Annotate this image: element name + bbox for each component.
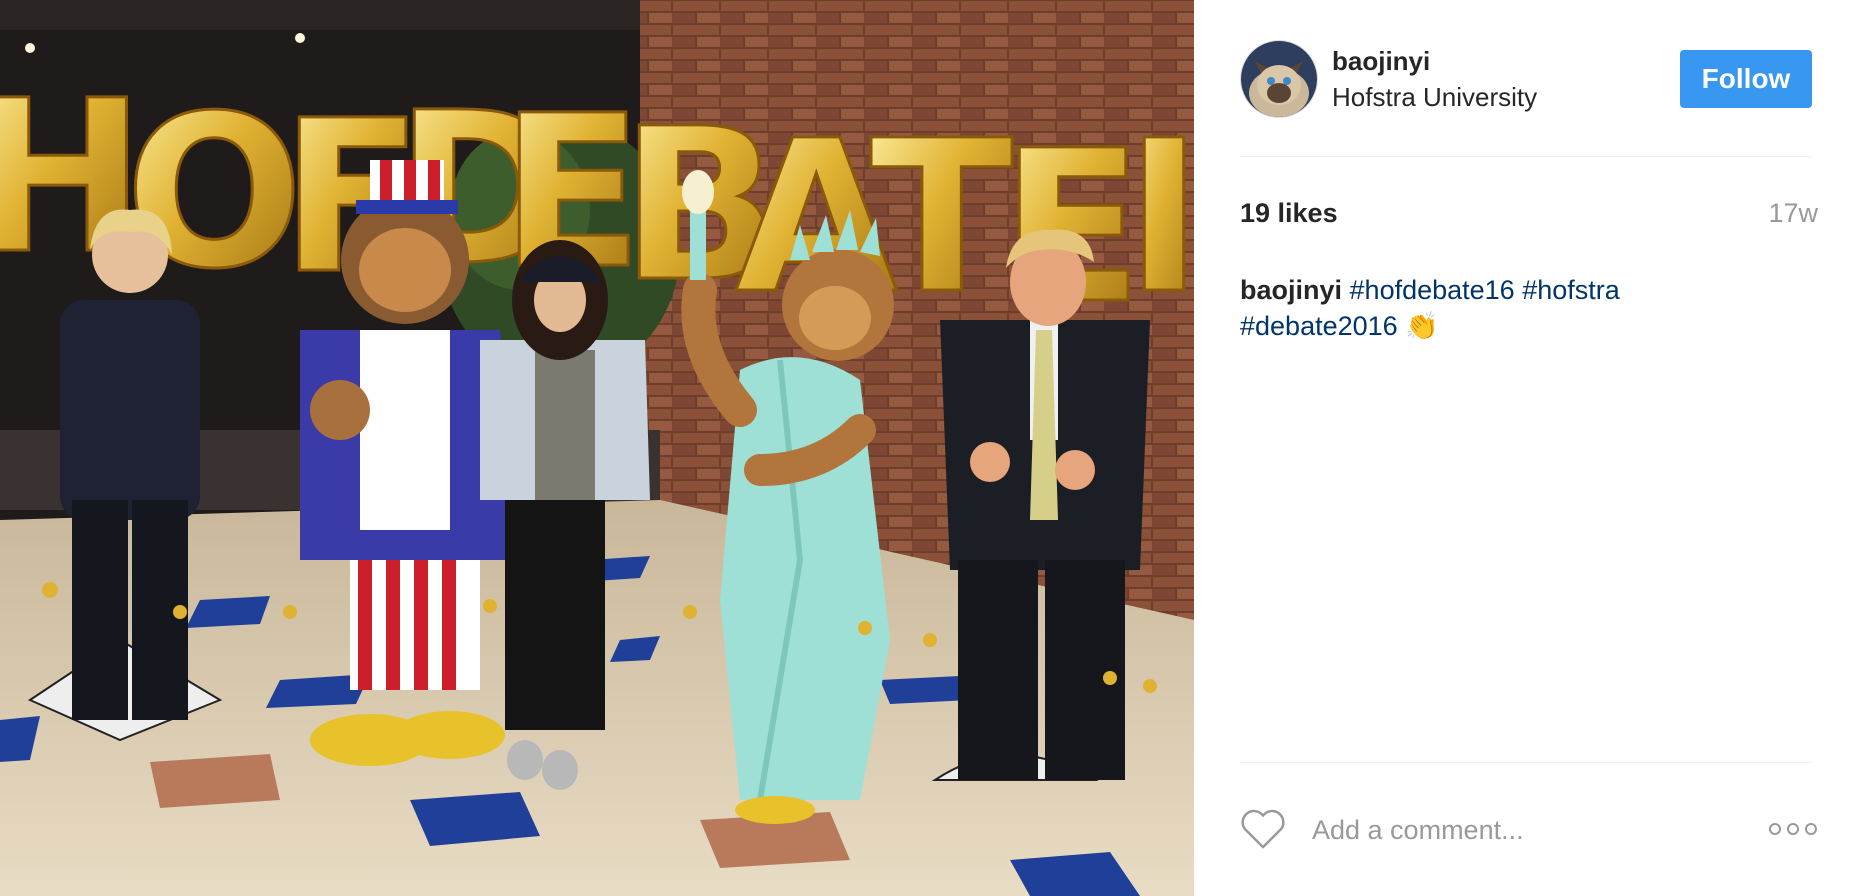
more-options-icon[interactable] bbox=[1768, 818, 1818, 840]
hashtag-link[interactable]: #debate2016 bbox=[1240, 311, 1398, 341]
avatar[interactable] bbox=[1240, 40, 1318, 118]
comment-input[interactable] bbox=[1310, 808, 1714, 852]
photo-illustration: H O F D E B A T E I bbox=[0, 0, 1194, 896]
post-caption: baojinyi #hofdebate16 #hofstra #debate20… bbox=[1240, 272, 1812, 344]
post-header: baojinyi Hofstra University Follow bbox=[1240, 40, 1812, 120]
hashtag-link[interactable]: #hofstra bbox=[1522, 275, 1620, 305]
post-photo[interactable]: H O F D E B A T E I bbox=[0, 0, 1194, 896]
username[interactable]: baojinyi bbox=[1332, 46, 1430, 77]
hashtag-link[interactable]: #hofdebate16 bbox=[1350, 275, 1515, 305]
divider bbox=[1240, 156, 1812, 157]
cat-avatar-icon bbox=[1241, 41, 1317, 117]
svg-text:I: I bbox=[1125, 95, 1194, 340]
divider bbox=[1240, 762, 1812, 763]
location-link[interactable]: Hofstra University bbox=[1332, 82, 1537, 113]
follow-button[interactable]: Follow bbox=[1680, 50, 1812, 108]
clapping-emoji: 👏 bbox=[1405, 311, 1439, 341]
likes-count[interactable]: 19 likes bbox=[1240, 198, 1338, 229]
caption-username[interactable]: baojinyi bbox=[1240, 275, 1342, 305]
post-side-panel: baojinyi Hofstra University Follow 19 li… bbox=[1194, 0, 1864, 896]
heart-icon[interactable] bbox=[1240, 808, 1286, 850]
post-timestamp[interactable]: 17w bbox=[1768, 198, 1818, 229]
